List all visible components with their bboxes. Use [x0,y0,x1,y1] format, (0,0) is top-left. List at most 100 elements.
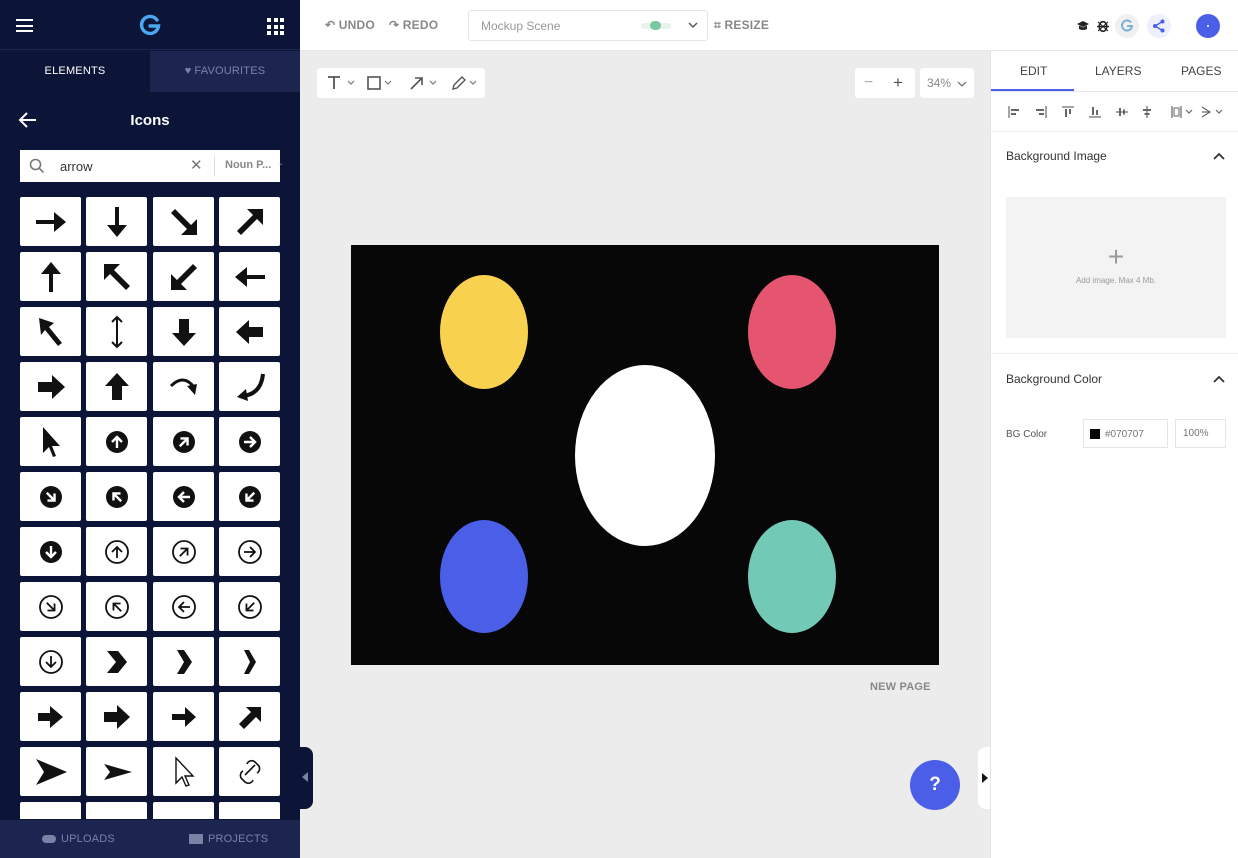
tab-elements[interactable]: ELEMENTS [0,51,150,92]
bg-opacity-field[interactable]: 100% [1175,419,1226,448]
icon-tile[interactable] [20,417,81,466]
icon-tile[interactable] [86,472,147,521]
tab-edit[interactable]: EDIT [1020,64,1047,78]
zoom-select[interactable]: 34% [920,68,974,98]
icon-tile[interactable] [219,692,280,741]
icon-tile[interactable] [20,637,81,686]
bug-icon[interactable] [1096,18,1110,33]
distribute-icon[interactable] [1171,106,1195,118]
icon-tile[interactable] [20,197,81,246]
add-background-image[interactable]: + Add image. Max 4 Mb. [1006,197,1226,338]
icon-tile[interactable] [86,527,147,576]
icon-tile[interactable] [219,252,280,301]
icon-tile[interactable] [20,692,81,741]
icon-tile[interactable] [86,417,147,466]
avatar[interactable] [1196,14,1220,38]
icon-tile[interactable] [20,307,81,356]
uploads-tab[interactable]: UPLOADS [42,833,115,845]
red-ellipse[interactable] [748,275,836,389]
clear-search-icon[interactable]: ✕ [190,156,203,174]
icon-tile[interactable] [20,362,81,411]
icon-tile[interactable] [153,802,214,819]
icon-tile[interactable] [86,307,147,356]
icon-tile[interactable] [153,527,214,576]
chevron-up-icon[interactable] [1213,374,1225,384]
color-swatch[interactable] [1090,429,1100,439]
align-center-vertical-icon[interactable] [1116,106,1128,118]
teal-ellipse[interactable] [748,520,836,633]
bg-color-field[interactable]: #070707 [1083,419,1168,448]
icon-tile[interactable] [153,417,214,466]
line-tool-icon[interactable] [409,75,443,91]
chevron-up-icon[interactable] [1213,151,1225,161]
collapse-right-panel-handle[interactable] [978,747,990,809]
white-ellipse[interactable] [575,365,715,546]
icon-tile[interactable] [86,747,147,796]
align-left-icon[interactable] [1008,106,1020,118]
align-right-icon[interactable] [1035,106,1047,118]
icon-tile[interactable] [153,472,214,521]
icon-tile[interactable] [86,252,147,301]
icon-tile[interactable] [219,307,280,356]
icon-tile[interactable] [86,692,147,741]
tab-favourites[interactable]: ♥ FAVOURITES [150,51,300,92]
hamburger-menu-icon[interactable] [16,19,33,32]
icon-tile[interactable] [219,417,280,466]
text-tool-icon[interactable] [326,75,360,91]
scene-selector[interactable]: Mockup Scene [468,10,708,41]
icon-tile[interactable] [219,362,280,411]
icon-tile[interactable] [20,747,81,796]
icon-tile[interactable] [86,637,147,686]
icon-tile[interactable] [219,527,280,576]
icon-tile[interactable] [153,197,214,246]
new-page-button[interactable]: NEW PAGE [870,681,931,693]
icon-tile[interactable] [153,307,214,356]
chevron-down-icon[interactable]: ⌄ [278,159,284,167]
search-input[interactable]: arrow [60,159,93,174]
icon-tile[interactable] [219,637,280,686]
collapse-left-panel-handle[interactable] [300,747,313,809]
icon-tile[interactable] [153,252,214,301]
icon-tile[interactable] [219,197,280,246]
help-button[interactable]: ? [910,760,960,810]
align-center-horizontal-icon[interactable] [1141,106,1153,118]
yellow-ellipse[interactable] [440,275,528,389]
tab-pages[interactable]: PAGES [1181,64,1221,78]
redo-button[interactable]: ↷ REDO [389,18,438,32]
icon-tile[interactable] [219,582,280,631]
icon-tile[interactable] [153,362,214,411]
position-icon[interactable] [1201,106,1227,118]
resize-button[interactable]: ⌗ RESIZE [714,18,769,33]
icon-tile[interactable] [219,802,280,819]
tab-layers[interactable]: LAYERS [1095,64,1141,78]
draw-tool-icon[interactable] [450,75,482,91]
share-icon[interactable] [1147,14,1171,38]
icon-tile[interactable] [86,802,147,819]
icon-tile[interactable] [219,747,280,796]
align-bottom-icon[interactable] [1089,106,1101,118]
icon-tile[interactable] [153,692,214,741]
icon-tile[interactable] [153,747,214,796]
icon-tile[interactable] [20,802,81,819]
icon-tile[interactable] [153,637,214,686]
graduation-cap-icon[interactable] [1076,20,1090,32]
zoom-out-button[interactable]: − [864,74,873,92]
blue-ellipse[interactable] [440,520,528,633]
icon-tile[interactable] [20,527,81,576]
app-logo-icon[interactable] [139,14,161,36]
icon-tile[interactable] [219,472,280,521]
projects-tab[interactable]: PROJECTS [189,833,268,845]
shape-tool-icon[interactable] [366,75,398,91]
icon-tile[interactable] [86,197,147,246]
icon-tile[interactable] [153,582,214,631]
icon-tile[interactable] [20,582,81,631]
design-page[interactable] [351,245,939,665]
icon-tile[interactable] [20,472,81,521]
undo-button[interactable]: ↶ UNDO [325,18,375,32]
provider-select[interactable]: Noun P... [225,159,271,171]
zoom-in-button[interactable]: + [893,73,903,93]
icon-tile[interactable] [86,582,147,631]
grammar-g-icon[interactable] [1115,14,1139,38]
icon-tile[interactable] [20,252,81,301]
icon-tile[interactable] [86,362,147,411]
